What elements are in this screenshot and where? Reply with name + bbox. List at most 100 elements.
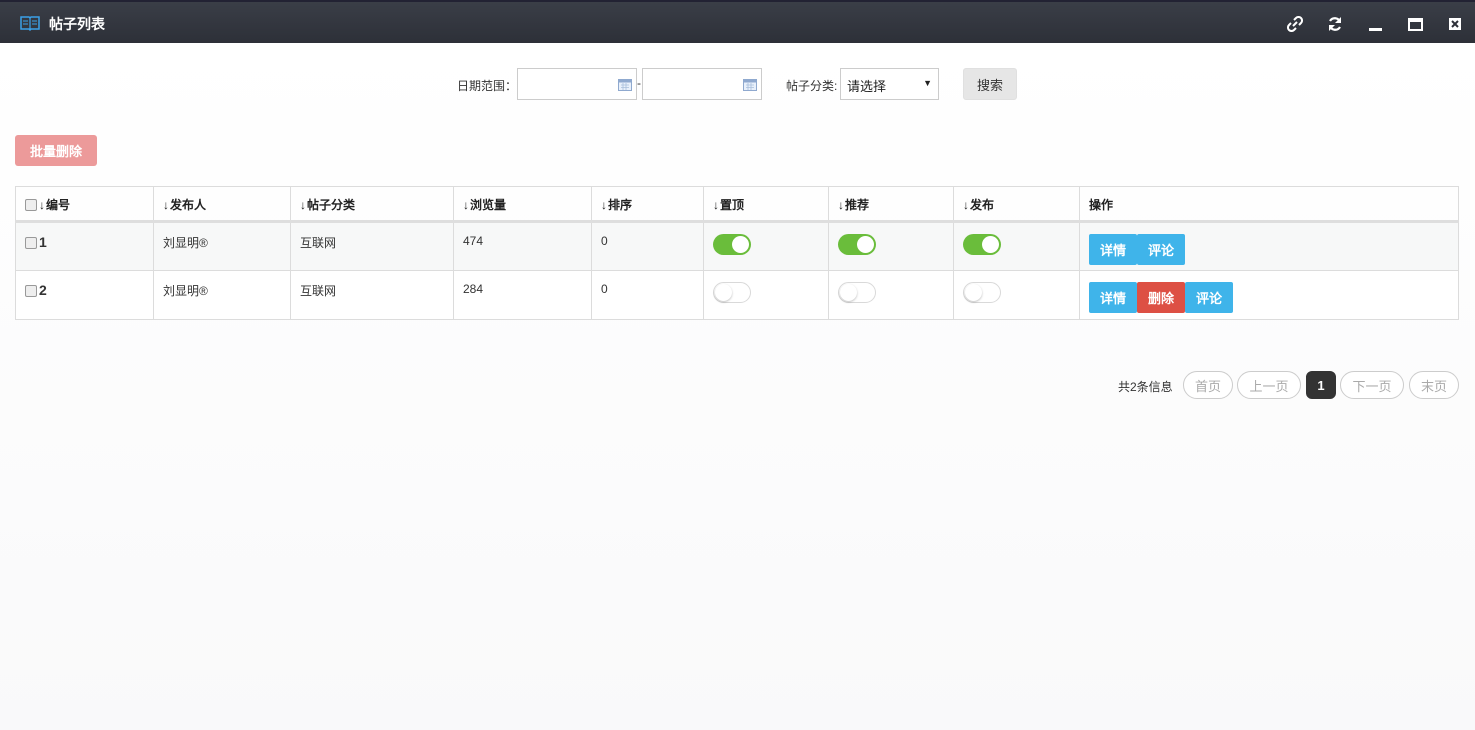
- refresh-icon: [1328, 16, 1342, 31]
- cell-id: 2: [15, 270, 154, 320]
- header-label: 帖子分类: [307, 198, 356, 212]
- cell-order: 0: [591, 221, 704, 271]
- category-select[interactable]: 请选择 ▼: [840, 68, 939, 100]
- close-icon: [1449, 17, 1461, 30]
- current-page-button[interactable]: 1: [1306, 371, 1336, 399]
- sort-down-icon: ↓: [39, 198, 45, 212]
- published-toggle[interactable]: [963, 282, 1001, 303]
- row-actions: 详情 评论: [1089, 234, 1449, 265]
- window: 帖子列表 日期范围： - 帖子分类: 请选择 ▼ 搜索 批量删除 ↓编号 ↓发布…: [0, 0, 1475, 730]
- pagination-info: 共2条信息: [1118, 380, 1173, 394]
- search-form: 日期范围： - 帖子分类: 请选择 ▼ 搜索: [0, 68, 1475, 100]
- cell-id: 1: [15, 221, 154, 271]
- comment-button[interactable]: 评论: [1185, 282, 1234, 313]
- date-start-input[interactable]: [517, 68, 637, 100]
- dropdown-arrow-icon: ▼: [923, 78, 932, 88]
- header-published[interactable]: ↓发布: [953, 186, 1080, 223]
- table-header-row: ↓编号 ↓发布人 ↓帖子分类 ↓浏览量 ↓排序 ↓置顶 ↓推荐 ↓发布 操作: [15, 186, 1459, 223]
- cell-recommended: [828, 270, 954, 320]
- prev-page-button[interactable]: 上一页: [1237, 371, 1301, 399]
- row-checkbox[interactable]: [25, 285, 37, 297]
- sort-down-icon: ↓: [713, 198, 719, 212]
- calendar-icon[interactable]: [743, 79, 757, 91]
- date-range-label: 日期范围：: [457, 79, 518, 93]
- date-end-input[interactable]: [642, 68, 762, 100]
- toggle-knob: [982, 236, 999, 253]
- delete-button[interactable]: 删除: [1137, 282, 1186, 313]
- cell-category: 互联网: [290, 221, 454, 271]
- first-page-button[interactable]: 首页: [1183, 371, 1233, 399]
- window-controls: [1275, 2, 1475, 45]
- next-page-button[interactable]: 下一页: [1340, 371, 1404, 399]
- header-publisher[interactable]: ↓发布人: [153, 186, 291, 223]
- sort-down-icon: ↓: [838, 198, 844, 212]
- sort-down-icon: ↓: [601, 198, 607, 212]
- cell-pinned: [703, 221, 829, 271]
- refresh-button[interactable]: [1315, 2, 1355, 45]
- header-label: 发布: [970, 198, 995, 212]
- row-id: 2: [39, 282, 47, 298]
- minimize-icon: [1369, 27, 1382, 31]
- cell-pinned: [703, 270, 829, 320]
- recommended-toggle[interactable]: [838, 282, 876, 303]
- cell-recommended: [828, 221, 954, 271]
- cell-views: 474: [453, 221, 592, 271]
- cell-publisher: 刘显明®: [153, 270, 291, 320]
- sort-down-icon: ↓: [300, 198, 306, 212]
- toggle-knob: [857, 236, 874, 253]
- published-toggle[interactable]: [963, 234, 1001, 255]
- category-selected-value: 请选择: [847, 79, 887, 94]
- date-separator: -: [637, 76, 641, 90]
- toggle-knob: [732, 236, 749, 253]
- row-checkbox[interactable]: [25, 237, 37, 249]
- header-order[interactable]: ↓排序: [591, 186, 704, 223]
- row-actions: 详情 删除 评论: [1089, 282, 1449, 313]
- calendar-icon[interactable]: [618, 79, 632, 91]
- select-all-checkbox[interactable]: [25, 199, 37, 211]
- recommended-toggle[interactable]: [838, 234, 876, 255]
- header-label: 发布人: [170, 198, 207, 212]
- batch-delete-button[interactable]: 批量删除: [15, 135, 97, 166]
- toggle-knob: [840, 284, 857, 301]
- cell-publisher: 刘显明®: [153, 221, 291, 271]
- header-label: 浏览量: [470, 198, 507, 212]
- row-id: 1: [39, 234, 47, 250]
- header-actions: 操作: [1079, 186, 1459, 223]
- detail-button[interactable]: 详情: [1089, 282, 1138, 313]
- header-pinned[interactable]: ↓置顶: [703, 186, 829, 223]
- maximize-button[interactable]: [1395, 2, 1435, 45]
- header-label: 置顶: [720, 198, 745, 212]
- cell-category: 互联网: [290, 270, 454, 320]
- link-button[interactable]: [1275, 2, 1315, 45]
- minimize-button[interactable]: [1355, 2, 1395, 45]
- header-label: 推荐: [845, 198, 870, 212]
- sort-down-icon: ↓: [963, 198, 969, 212]
- maximize-icon: [1408, 17, 1423, 31]
- cell-order: 0: [591, 270, 704, 320]
- cell-published: [953, 221, 1080, 271]
- content-area: 日期范围： - 帖子分类: 请选择 ▼ 搜索 批量删除 ↓编号 ↓发布人 ↓帖子…: [0, 43, 1475, 730]
- toggle-knob: [965, 284, 982, 301]
- search-button[interactable]: 搜索: [963, 68, 1017, 100]
- cell-actions: 详情 删除 评论: [1079, 270, 1459, 320]
- header-category[interactable]: ↓帖子分类: [290, 186, 454, 223]
- sort-down-icon: ↓: [163, 198, 169, 212]
- pinned-toggle[interactable]: [713, 234, 751, 255]
- header-views[interactable]: ↓浏览量: [453, 186, 592, 223]
- last-page-button[interactable]: 末页: [1409, 371, 1459, 399]
- toggle-knob: [715, 284, 732, 301]
- cell-views: 284: [453, 270, 592, 320]
- header-recommended[interactable]: ↓推荐: [828, 186, 954, 223]
- window-title: 帖子列表: [49, 16, 105, 32]
- comment-button[interactable]: 评论: [1137, 234, 1186, 265]
- cell-published: [953, 270, 1080, 320]
- header-id[interactable]: ↓编号: [15, 186, 154, 223]
- pinned-toggle[interactable]: [713, 282, 751, 303]
- close-button[interactable]: [1435, 2, 1475, 45]
- sort-down-icon: ↓: [463, 198, 469, 212]
- detail-button[interactable]: 详情: [1089, 234, 1138, 265]
- link-icon: [1287, 15, 1303, 32]
- table-row: 2 刘显明® 互联网 284 0 详情 删除 评论: [15, 270, 1459, 320]
- posts-table: ↓编号 ↓发布人 ↓帖子分类 ↓浏览量 ↓排序 ↓置顶 ↓推荐 ↓发布 操作 1…: [15, 186, 1459, 320]
- table-row: 1 刘显明® 互联网 474 0 详情 评论: [15, 221, 1459, 271]
